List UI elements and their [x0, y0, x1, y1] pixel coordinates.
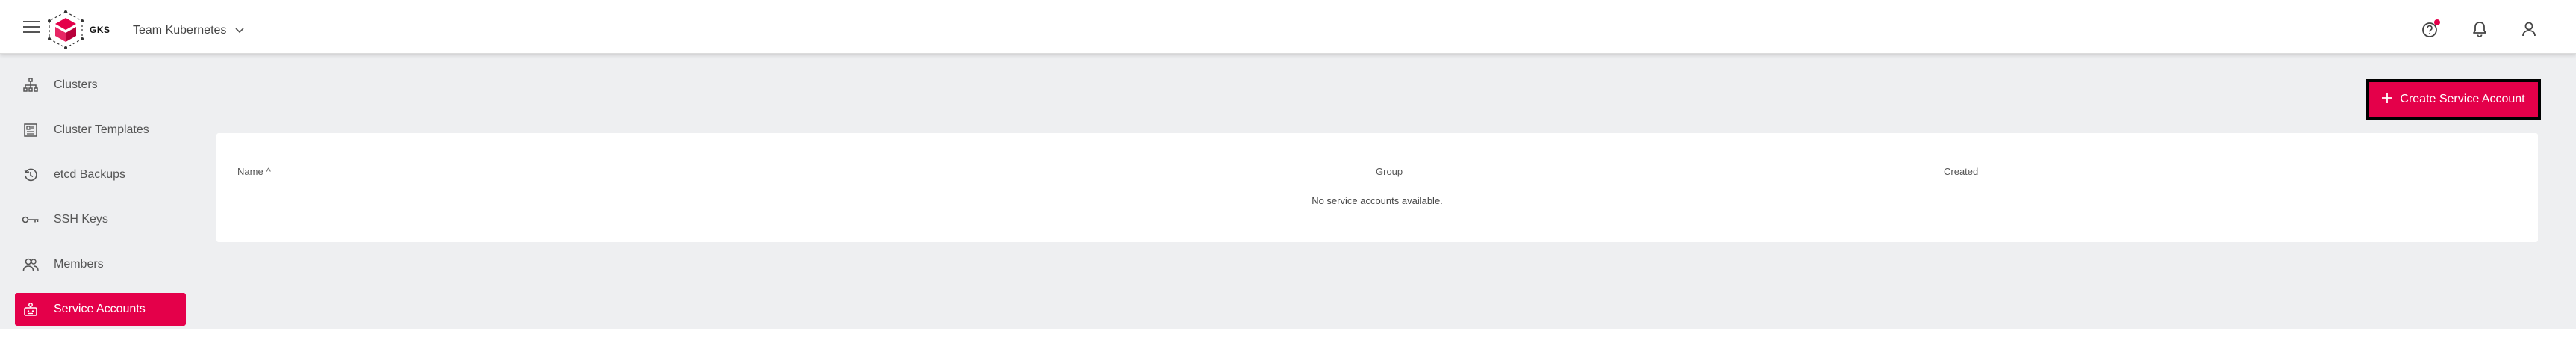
- sidebar-item-etcd-backups[interactable]: etcd Backups: [15, 158, 186, 191]
- sidebar-item-label: etcd Backups: [54, 168, 126, 181]
- plus-icon: [2382, 92, 2393, 107]
- members-icon: [15, 248, 46, 281]
- sidebar-item-label: Clusters: [54, 78, 98, 91]
- column-header-group[interactable]: Group: [1376, 166, 1403, 177]
- create-service-account-button[interactable]: Create Service Account: [2366, 79, 2541, 120]
- header-actions: [2421, 19, 2539, 39]
- sidebar: Clusters Cluster Templates etcd Backups …: [0, 54, 194, 329]
- chevron-down-icon: [235, 24, 244, 37]
- sidebar-item-service-accounts[interactable]: Service Accounts: [15, 293, 186, 326]
- column-header-name[interactable]: Name ^: [237, 166, 271, 177]
- app: GKS Team Kubernetes Clusters Cluster Tem…: [0, 0, 2576, 340]
- service-accounts-icon: [15, 293, 46, 326]
- account-icon[interactable]: [2519, 19, 2539, 39]
- history-icon: [15, 158, 46, 191]
- column-header-label: Name: [237, 166, 263, 177]
- sidebar-item-clusters[interactable]: Clusters: [15, 69, 186, 102]
- create-button-body: Create Service Account: [2369, 82, 2538, 117]
- project-selector[interactable]: Team Kubernetes: [133, 21, 244, 40]
- service-accounts-table: Name ^ Group Created No service accounts…: [216, 133, 2538, 242]
- cluster-templates-icon: [15, 114, 46, 146]
- project-name: Team Kubernetes: [133, 24, 227, 37]
- logo-text: GKS: [90, 25, 110, 35]
- create-button-label: Create Service Account: [2400, 93, 2525, 105]
- sidebar-item-cluster-templates[interactable]: Cluster Templates: [15, 114, 186, 146]
- clusters-icon: [15, 69, 46, 102]
- table-header: Name ^ Group Created: [216, 152, 2538, 185]
- bottom-strip: [0, 329, 2576, 340]
- column-header-label: Group: [1376, 166, 1403, 177]
- menu-icon[interactable]: [21, 18, 42, 36]
- sidebar-item-members[interactable]: Members: [15, 248, 186, 281]
- sidebar-item-ssh-keys[interactable]: SSH Keys: [15, 203, 186, 236]
- help-icon[interactable]: [2421, 19, 2440, 39]
- empty-state-row: No service accounts available.: [216, 185, 2538, 215]
- sidebar-item-label: SSH Keys: [54, 213, 108, 226]
- key-icon: [15, 203, 46, 236]
- column-header-label: Created: [1944, 166, 1979, 177]
- sort-indicator: ^: [266, 166, 271, 177]
- notification-dot: [2434, 19, 2440, 25]
- logo-icon[interactable]: [45, 9, 87, 51]
- sidebar-item-label: Service Accounts: [54, 303, 146, 315]
- bell-icon[interactable]: [2470, 19, 2489, 39]
- top-bar: GKS Team Kubernetes: [0, 0, 2576, 54]
- sidebar-item-label: Members: [54, 258, 104, 271]
- empty-state-text: No service accounts available.: [1312, 194, 1443, 206]
- sidebar-item-label: Cluster Templates: [54, 123, 149, 136]
- column-header-created[interactable]: Created: [1944, 166, 1978, 177]
